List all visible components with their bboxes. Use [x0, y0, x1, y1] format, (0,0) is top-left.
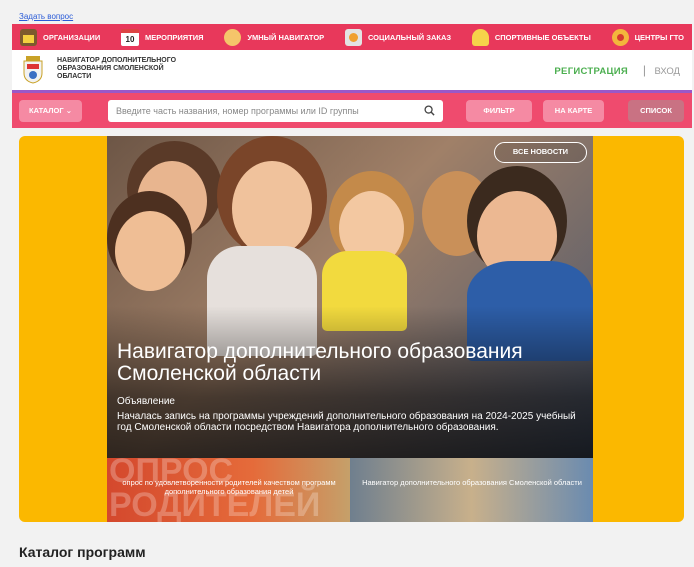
news-carousel[interactable]: Все новости Навигатор дополнительного об… [107, 136, 593, 522]
document-icon [344, 28, 362, 46]
hero-text: Началась запись на программы учреждений … [117, 411, 576, 433]
people-icon [224, 28, 242, 46]
top-nav: Организации 10 Мероприятия Умный навигат… [12, 24, 692, 50]
nav-label: Центры ГТО [634, 32, 684, 42]
nav-smart-navigator[interactable]: Умный навигатор [224, 28, 325, 46]
ask-question-link[interactable]: Задать вопрос [19, 12, 73, 21]
thumb-label: опрос по удовлетворенности родителей кач… [122, 478, 336, 496]
nav-label: Социальный заказ [367, 32, 452, 42]
hero-photo [107, 136, 593, 458]
photo-shape [232, 161, 312, 256]
badge-icon [611, 28, 629, 46]
sport-icon [471, 28, 489, 46]
building-icon [20, 28, 37, 46]
search-bar: Каталог ⌄ Введите часть названия, номер … [12, 90, 692, 128]
list-view-button[interactable]: Список [628, 100, 684, 122]
coat-of-arms-icon[interactable] [21, 56, 45, 84]
nav-social-order[interactable]: Социальный заказ [344, 28, 452, 46]
thumb-label: Навигатор дополнительного образования См… [362, 478, 582, 487]
chevron-down-icon: ⌄ [65, 106, 72, 115]
hero-title: Навигатор дополнительного образования См… [117, 340, 523, 385]
filter-button[interactable]: Фильтр [466, 100, 532, 122]
nav-label: Спортивные объекты [494, 32, 591, 42]
nav-label: Умный навигатор [247, 32, 325, 42]
nav-label: Организации [43, 32, 101, 42]
map-view-button[interactable]: На карте [543, 100, 604, 122]
calendar-icon: 10 [121, 28, 139, 46]
carousel-thumb-survey[interactable]: ОПРОС РОДИТЕЛЕЙ опрос по удовлетвореннос… [107, 458, 350, 522]
carousel-thumbnails: ОПРОС РОДИТЕЛЕЙ опрос по удовлетвореннос… [107, 458, 593, 522]
search-icon[interactable] [424, 105, 435, 116]
section-title: Каталог программ [19, 544, 146, 560]
all-news-button[interactable]: Все новости [494, 142, 587, 163]
nav-organizations[interactable]: Организации [20, 28, 101, 46]
login-link[interactable]: Вход [654, 66, 680, 77]
photo-shape [115, 211, 185, 291]
site-brand[interactable]: Навигатор дополнительного образования См… [57, 57, 197, 81]
nav-label: Мероприятия [145, 32, 204, 42]
register-link[interactable]: Регистрация [554, 66, 628, 77]
header-separator: | [642, 63, 646, 77]
search-placeholder: Введите часть названия, номер программы … [116, 106, 359, 116]
nav-sport-objects[interactable]: Спортивные объекты [471, 28, 591, 46]
carousel-thumb-navigator[interactable]: Навигатор дополнительного образования См… [350, 458, 593, 522]
search-input[interactable]: Введите часть названия, номер программы … [108, 100, 443, 122]
nav-events[interactable]: 10 Мероприятия [121, 28, 204, 46]
site-header: Навигатор дополнительного образования См… [12, 50, 692, 90]
nav-gto-centers[interactable]: Центры ГТО [611, 28, 684, 46]
catalog-dropdown-button[interactable]: Каталог ⌄ [19, 100, 82, 122]
hero-subtitle: Объявление [117, 396, 175, 407]
catalog-label: Каталог [29, 106, 64, 115]
